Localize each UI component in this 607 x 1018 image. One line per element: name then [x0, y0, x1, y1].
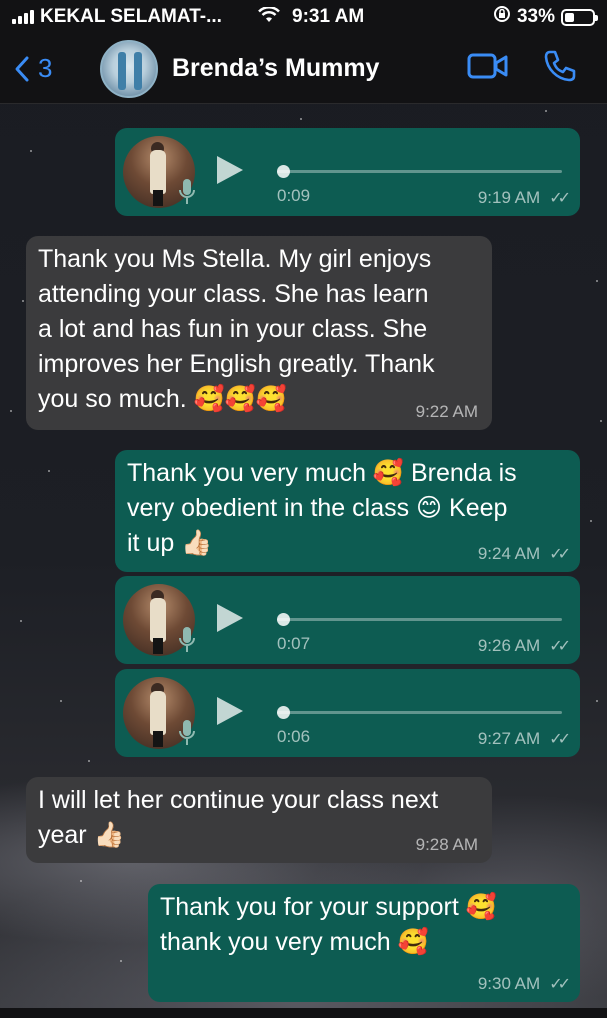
carrier-name: KEKAL SELAMAT-...	[40, 6, 222, 27]
contact-avatar[interactable]	[100, 39, 158, 98]
unread-count: 3	[38, 53, 53, 83]
read-receipt-icon: ✓✓	[549, 976, 571, 993]
incoming-message[interactable]: Thank you Ms Stella. My girl enjoys atte…	[26, 236, 492, 430]
message-line: improves her English greatly. Thank	[38, 350, 435, 378]
message-line: attending your class. She has learn	[38, 280, 429, 308]
read-receipt-icon: ✓✓	[549, 546, 571, 563]
audio-scrubber[interactable]	[277, 706, 290, 719]
outgoing-message[interactable]: Thank you for your support 🥰 thank you v…	[148, 884, 580, 1002]
status-bar: KEKAL SELAMAT-... 9:31 AM 33%	[0, 0, 607, 34]
message-time: 9:27 AM	[477, 729, 541, 748]
play-icon[interactable]	[217, 156, 243, 184]
message-time: 9:28 AM	[415, 835, 478, 854]
read-receipt-icon: ✓✓	[549, 190, 571, 207]
bottom-bar	[0, 1008, 607, 1018]
message-time: 9:22 AM	[415, 402, 478, 421]
play-icon[interactable]	[217, 604, 243, 632]
voice-message[interactable]: 0:06 9:27 AM ✓✓	[115, 669, 580, 757]
outgoing-message[interactable]: Thank you very much 🥰 Brenda is very obe…	[115, 450, 580, 572]
microphone-icon	[179, 179, 195, 204]
chat-header: 3 Brenda’s Mummy	[0, 34, 607, 104]
video-call-icon[interactable]	[467, 52, 509, 85]
message-time: 9:30 AM	[477, 974, 541, 993]
read-receipt-icon: ✓✓	[549, 638, 571, 655]
phone-call-icon[interactable]	[543, 49, 577, 88]
back-chevron-icon	[15, 56, 29, 81]
microphone-icon	[179, 720, 195, 745]
message-line: Thank you Ms Stella. My girl enjoys	[38, 245, 432, 273]
voice-message[interactable]: 0:09 9:19 AM ✓✓	[115, 128, 580, 216]
play-icon[interactable]	[217, 697, 243, 725]
message-line: Thank you for your support 🥰	[160, 893, 497, 921]
voice-duration: 0:07	[277, 634, 311, 653]
microphone-icon	[179, 627, 195, 652]
wifi-icon	[258, 5, 280, 28]
contact-name[interactable]: Brenda’s Mummy	[172, 54, 379, 83]
voice-duration: 0:06	[277, 727, 311, 746]
read-receipt-icon: ✓✓	[549, 731, 571, 748]
signal-strength-icon	[12, 10, 34, 24]
message-time: 9:24 AM	[477, 544, 541, 563]
voice-duration: 0:09	[277, 186, 311, 205]
audio-progress-track[interactable]	[277, 711, 562, 714]
message-line: Thank you very much 🥰 Brenda is	[127, 459, 517, 487]
clock: 9:31 AM	[292, 6, 365, 27]
message-line: I will let her continue your class next	[38, 786, 439, 814]
audio-progress-track[interactable]	[277, 618, 562, 621]
message-line: year 👍🏻	[38, 821, 125, 849]
message-time: 9:26 AM	[477, 636, 541, 655]
battery-level	[565, 12, 574, 22]
back-button[interactable]: 3	[14, 53, 74, 84]
chat-thread[interactable]: 0:09 9:19 AM ✓✓ Thank you Ms Stella. My g…	[0, 104, 607, 1018]
message-line: you so much. 🥰🥰🥰	[38, 385, 288, 413]
message-time: 9:19 AM	[477, 188, 541, 207]
orientation-lock-icon	[493, 5, 511, 29]
battery-percent: 33%	[516, 6, 555, 27]
audio-scrubber[interactable]	[277, 613, 290, 626]
audio-progress-track[interactable]	[277, 170, 562, 173]
audio-scrubber[interactable]	[277, 165, 290, 178]
battery-icon	[561, 8, 598, 26]
message-line: very obedient in the class 😊 Keep	[127, 494, 508, 522]
incoming-message[interactable]: I will let her continue your class next …	[26, 777, 492, 863]
voice-message[interactable]: 0:07 9:26 AM ✓✓	[115, 576, 580, 664]
message-line: a lot and has fun in your class. She	[38, 315, 428, 343]
message-line: thank you very much 🥰	[160, 928, 429, 956]
